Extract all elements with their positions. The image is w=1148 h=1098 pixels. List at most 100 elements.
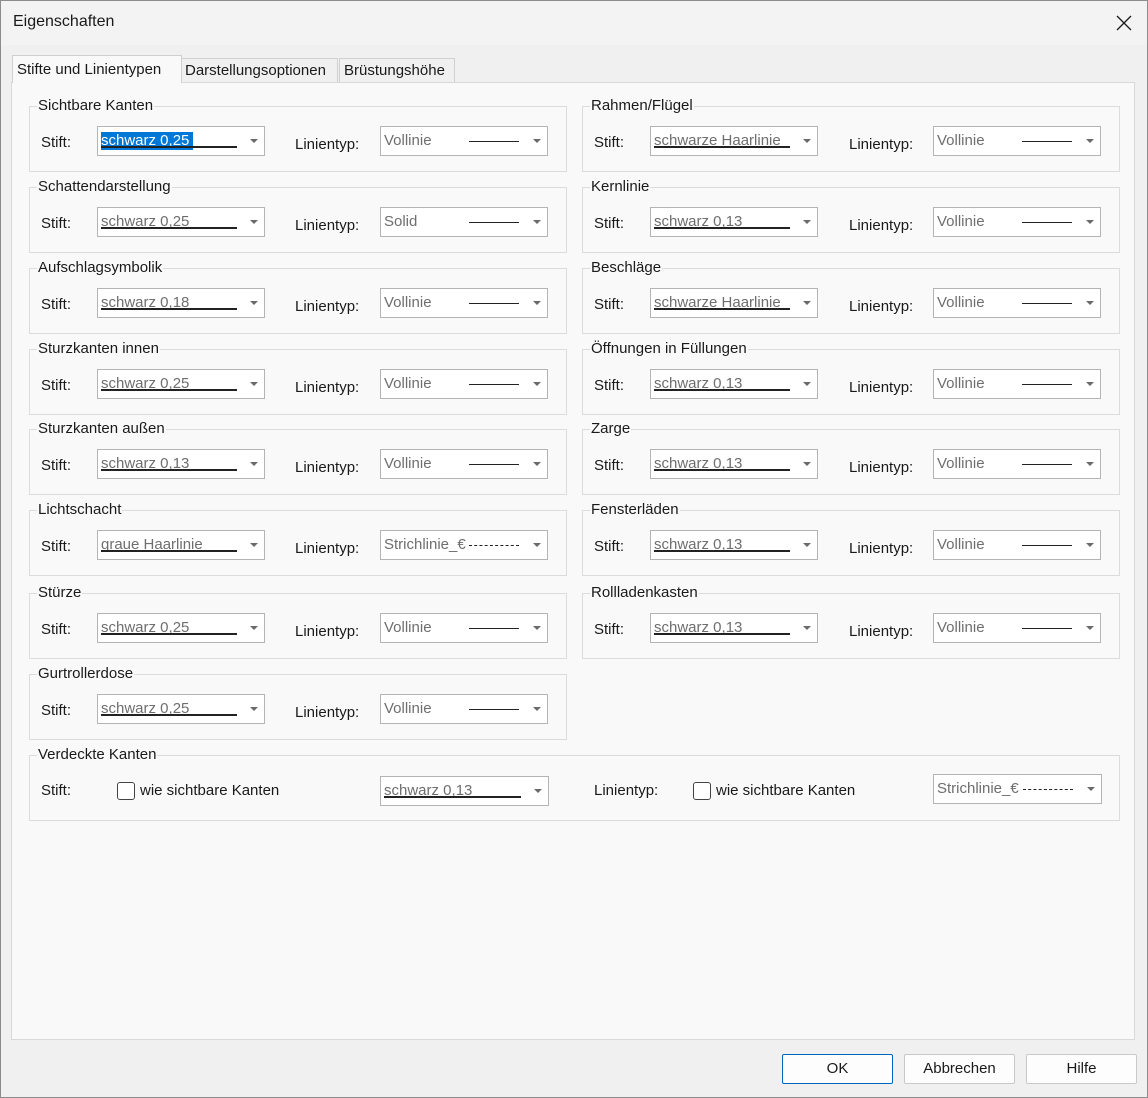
same-as-visible-linetype-checkbox[interactable] xyxy=(693,782,711,800)
pen-select[interactable]: schwarz 0,25 xyxy=(97,207,265,237)
group-title: Lichtschacht xyxy=(37,501,123,519)
linetype-select[interactable]: Vollinie xyxy=(933,530,1101,560)
pen-width-preview xyxy=(654,308,790,310)
pen-width-preview xyxy=(654,550,790,552)
pen-select[interactable]: schwarz 0,13 xyxy=(97,449,265,479)
pen-width-preview xyxy=(101,469,237,471)
linetype-label: Linientyp: xyxy=(849,379,914,396)
ok-button[interactable]: OK xyxy=(782,1054,893,1084)
linetype-label: Linientyp: xyxy=(295,540,360,557)
linetype-select-value: Vollinie xyxy=(937,455,985,472)
close-button[interactable] xyxy=(1101,1,1147,45)
tab-display-options[interactable]: Darstellungsoptionen xyxy=(180,58,338,82)
linetype-preview xyxy=(1022,545,1072,546)
linetype-preview xyxy=(1022,628,1072,629)
pen-select[interactable]: graue Haarlinie xyxy=(97,530,265,560)
pen-width-preview xyxy=(654,469,790,471)
chevron-down-icon xyxy=(1086,139,1094,143)
pen-label: Stift: xyxy=(594,215,625,232)
pen-select[interactable]: schwarz 0,18 xyxy=(97,288,265,318)
same-as-visible-pen-checkbox[interactable] xyxy=(117,782,135,800)
pen-width-preview xyxy=(101,227,237,229)
pen-label: Stift: xyxy=(594,377,625,394)
pen-width-preview xyxy=(101,146,237,148)
linetype-preview xyxy=(1023,789,1073,790)
linetype-preview xyxy=(469,464,519,465)
linetype-select[interactable]: Vollinie xyxy=(380,694,548,724)
help-button[interactable]: Hilfe xyxy=(1026,1054,1137,1084)
linetype-select-value: Vollinie xyxy=(384,132,432,149)
pen-select[interactable]: schwarz 0,13 xyxy=(650,613,818,643)
pen-select[interactable]: schwarz 0,25 xyxy=(97,126,265,156)
pen-width-preview xyxy=(654,633,790,635)
pen-width-preview xyxy=(654,227,790,229)
pen-label: Stift: xyxy=(594,296,625,313)
linetype-label: Linientyp: xyxy=(295,704,360,721)
group-title: Gurtrollerdose xyxy=(37,665,135,683)
linetype-select[interactable]: Vollinie xyxy=(380,126,548,156)
close-icon xyxy=(1116,15,1132,31)
linetype-select[interactable]: Strichlinie_€ xyxy=(380,530,548,560)
pen-select[interactable]: schwarz 0,25 xyxy=(97,694,265,724)
hidden-pen-select[interactable]: schwarz 0,13 xyxy=(380,776,549,806)
chevron-down-icon xyxy=(250,707,258,711)
pen-select[interactable]: schwarz 0,13 xyxy=(650,369,818,399)
pen-select[interactable]: schwarze Haarlinie xyxy=(650,126,818,156)
chevron-down-icon xyxy=(803,301,811,305)
cancel-button[interactable]: Abbrechen xyxy=(904,1054,1015,1084)
linetype-select[interactable]: Vollinie xyxy=(933,126,1101,156)
linetype-select[interactable]: Vollinie xyxy=(380,613,548,643)
group-title: Sturzkanten innen xyxy=(37,340,160,358)
chevron-down-icon xyxy=(533,707,541,711)
linetype-select[interactable]: Vollinie xyxy=(380,449,548,479)
pen-select[interactable]: schwarz 0,13 xyxy=(650,530,818,560)
chevron-down-icon xyxy=(250,626,258,630)
linetype-select-value: Vollinie xyxy=(937,619,985,636)
linetype-preview xyxy=(469,222,519,223)
pen-label: Stift: xyxy=(41,377,72,394)
tab-parapet-height[interactable]: Brüstungshöhe xyxy=(339,58,455,82)
linetype-preview xyxy=(469,545,519,546)
linetype-preview xyxy=(469,709,519,710)
chevron-down-icon xyxy=(533,220,541,224)
pen-select[interactable]: schwarze Haarlinie xyxy=(650,288,818,318)
chevron-down-icon xyxy=(1086,462,1094,466)
chevron-down-icon xyxy=(1086,543,1094,547)
linetype-label: Linientyp: xyxy=(594,782,659,799)
group-title: Rahmen/Flügel xyxy=(590,97,694,115)
pen-select[interactable]: schwarz 0,13 xyxy=(650,207,818,237)
linetype-label: Linientyp: xyxy=(849,136,914,153)
linetype-select-value: Vollinie xyxy=(937,132,985,149)
tab-pens-linetypes[interactable]: Stifte und Linientypen xyxy=(12,55,182,83)
window-title: Eigenschaften xyxy=(13,13,115,30)
pen-select[interactable]: schwarz 0,25 xyxy=(97,369,265,399)
group-title: Sturzkanten außen xyxy=(37,420,166,438)
linetype-preview xyxy=(469,384,519,385)
linetype-select[interactable]: Vollinie xyxy=(933,449,1101,479)
hidden-linetype-select-value: Strichlinie_€ xyxy=(937,780,1019,797)
linetype-preview xyxy=(469,141,519,142)
pen-width-preview xyxy=(101,714,237,716)
linetype-select[interactable]: Vollinie xyxy=(380,369,548,399)
linetype-select[interactable]: Vollinie xyxy=(933,288,1101,318)
pen-label: Stift: xyxy=(41,702,72,719)
chevron-down-icon xyxy=(803,382,811,386)
linetype-select[interactable]: Vollinie xyxy=(933,613,1101,643)
linetype-select[interactable]: Solid xyxy=(380,207,548,237)
chevron-down-icon xyxy=(250,139,258,143)
group-title: Stürze xyxy=(37,584,83,602)
pen-label: Stift: xyxy=(41,134,72,151)
hidden-linetype-select[interactable]: Strichlinie_€ xyxy=(933,774,1102,804)
linetype-select[interactable]: Vollinie xyxy=(380,288,548,318)
pen-select[interactable]: schwarz 0,25 xyxy=(97,613,265,643)
linetype-label: Linientyp: xyxy=(295,623,360,640)
group-title: Kernlinie xyxy=(590,178,651,196)
pen-width-preview xyxy=(101,550,237,552)
linetype-select[interactable]: Vollinie xyxy=(933,207,1101,237)
chevron-down-icon xyxy=(803,462,811,466)
chevron-down-icon xyxy=(250,543,258,547)
chevron-down-icon xyxy=(1086,626,1094,630)
pen-select[interactable]: schwarz 0,13 xyxy=(650,449,818,479)
linetype-select-value: Strichlinie_€ xyxy=(384,536,466,553)
linetype-select[interactable]: Vollinie xyxy=(933,369,1101,399)
